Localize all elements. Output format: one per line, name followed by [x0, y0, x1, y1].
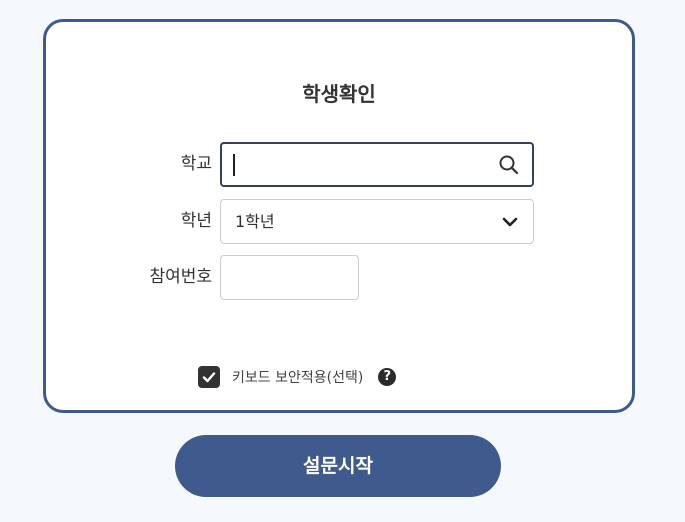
school-input[interactable]	[222, 144, 494, 185]
school-input-box[interactable]	[220, 142, 534, 187]
question-circle-icon[interactable]: ?	[378, 368, 397, 386]
student-verification-card: 학생확인 학교 학년 1학년 참여번호 키보드 보안적용(선택) ?	[43, 19, 635, 413]
participant-number-input[interactable]	[220, 255, 359, 300]
grade-selected-value: 1학년	[235, 212, 275, 231]
grade-select[interactable]: 1학년	[220, 199, 534, 244]
participant-row: 참여번호	[46, 255, 632, 300]
search-icon[interactable]	[498, 154, 520, 176]
check-icon	[202, 372, 216, 383]
keyboard-security-label: 키보드 보안적용(선택)	[232, 370, 364, 386]
start-survey-button[interactable]: 설문시작	[175, 435, 501, 497]
page-title: 학생확인	[302, 82, 376, 106]
keyboard-security-checkbox[interactable]	[198, 366, 220, 388]
keyboard-security-option: 키보드 보안적용(선택) ?	[198, 365, 397, 389]
school-label: 학교	[180, 154, 212, 174]
chevron-down-icon	[501, 213, 519, 231]
school-row: 학교	[46, 142, 632, 187]
text-caret	[233, 154, 235, 176]
grade-row: 학년 1학년	[46, 199, 632, 244]
participant-label: 참여번호	[149, 267, 212, 287]
grade-label: 학년	[180, 211, 212, 231]
